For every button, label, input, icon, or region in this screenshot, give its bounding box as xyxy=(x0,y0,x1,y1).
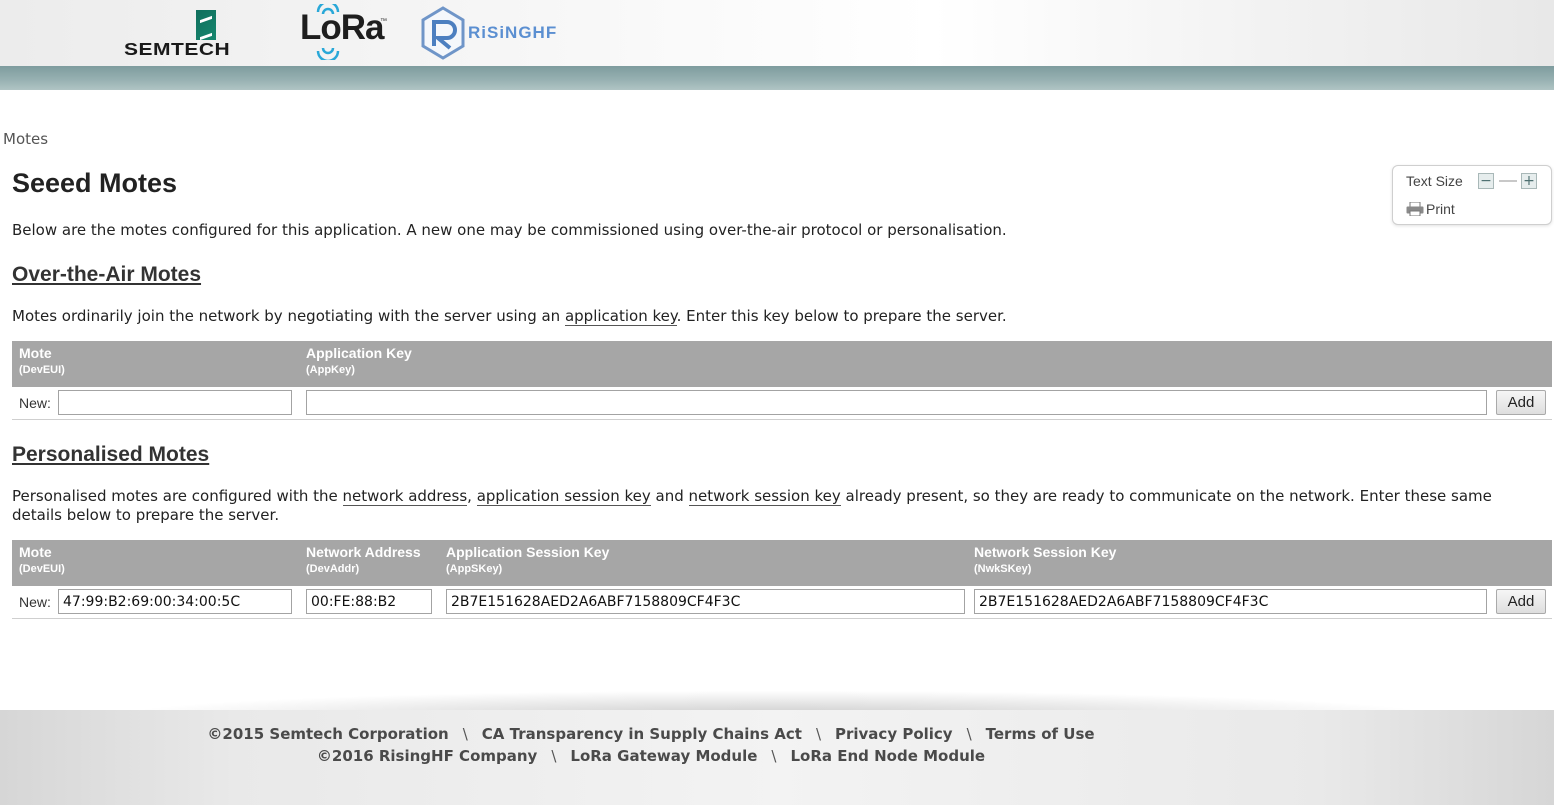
text-size-widget: Text Size − + Print xyxy=(1392,165,1552,225)
semtech-mark-icon xyxy=(196,10,216,40)
print-button[interactable]: Print xyxy=(1406,201,1455,217)
network-address-term[interactable]: network address xyxy=(342,487,468,506)
pers-col-devaddr-label: Network Address xyxy=(306,544,421,560)
application-key-term[interactable]: application key xyxy=(564,307,677,326)
semtech-logo-text: SEMTECH xyxy=(124,39,231,60)
risinghf-hex-icon xyxy=(421,6,465,60)
pers-col-devaddr-sub: (DevAddr) xyxy=(306,563,360,575)
ota-col-mote-label: Mote xyxy=(19,345,52,361)
text-size-increase-button[interactable]: + xyxy=(1521,173,1537,189)
intro-text: Below are the motes configured for this … xyxy=(12,221,1007,239)
footer-line-1: ©2015 Semtech Corporation \ CA Transparenc… xyxy=(0,725,1302,743)
footer-link-ca-transparency[interactable]: CA Transparency in Supply Chains Act xyxy=(482,725,802,743)
text-size-label: Text Size xyxy=(1406,173,1463,189)
text-size-divider xyxy=(1499,180,1517,182)
ota-deveui-input[interactable] xyxy=(58,390,292,415)
page-title: Seeed Motes xyxy=(12,168,178,198)
ota-col-appkey: Application Key (AppKey) xyxy=(306,345,412,376)
pers-deveui-input[interactable] xyxy=(58,589,292,614)
pers-desc-2: , xyxy=(467,487,477,505)
personalised-table-header: Mote (DevEUI) Network Address (DevAddr) … xyxy=(12,540,1552,586)
pers-col-nwkskey-label: Network Session Key xyxy=(974,544,1117,560)
pers-col-mote-sub: (DevEUI) xyxy=(19,563,65,575)
pers-col-appskey-sub: (AppSKey) xyxy=(446,563,503,575)
network-session-key-term[interactable]: network session key xyxy=(688,487,841,506)
footer-link-risinghf[interactable]: ©2016 RisingHF Company xyxy=(317,747,537,765)
footer-line-2: ©2016 RisingHF Company \ LoRa Gateway Modu… xyxy=(0,747,1302,765)
personalised-description: Personalised motes are configured with t… xyxy=(12,487,1532,525)
pers-col-nwkskey: Network Session Key (NwkSKey) xyxy=(974,544,1116,575)
ota-col-mote: Mote (DevEUI) xyxy=(19,345,65,376)
pers-desc-1: Personalised motes are configured with t… xyxy=(12,487,343,505)
footer-link-lora-gateway-module[interactable]: LoRa Gateway Module xyxy=(570,747,757,765)
pers-col-mote-label: Mote xyxy=(19,544,52,560)
footer-link-semtech[interactable]: ©2015 Semtech Corporation xyxy=(207,725,448,743)
ota-desc-start: Motes ordinarily join the network by neg… xyxy=(12,307,565,325)
footer-link-lora-end-node-module[interactable]: LoRa End Node Module xyxy=(790,747,985,765)
risinghf-logo-text: RiSiNGHF xyxy=(468,23,558,42)
footer-link-terms-of-use[interactable]: Terms of Use xyxy=(986,725,1095,743)
ota-appkey-input[interactable] xyxy=(306,390,1487,415)
ota-col-appkey-sub: (AppKey) xyxy=(306,364,355,376)
ota-add-button[interactable]: Add xyxy=(1496,390,1546,415)
pers-nwkskey-input[interactable] xyxy=(974,589,1487,614)
printer-icon xyxy=(1406,202,1424,216)
ota-desc-end: . Enter this key below to prepare the se… xyxy=(676,307,1007,325)
pers-col-appskey-label: Application Session Key xyxy=(446,544,610,560)
footer-separator: \ xyxy=(771,747,777,765)
lora-trademark: ™ xyxy=(380,18,387,25)
breadcrumb[interactable]: Motes xyxy=(3,130,48,148)
print-label: Print xyxy=(1426,201,1455,217)
ota-new-label: New: xyxy=(19,395,51,411)
ota-heading: Over-the-Air Motes xyxy=(12,263,202,286)
footer-link-privacy-policy[interactable]: Privacy Policy xyxy=(835,725,953,743)
header-accent-bar xyxy=(0,66,1554,90)
pers-devaddr-input[interactable] xyxy=(306,589,432,614)
ota-new-row: New: Add xyxy=(12,387,1552,420)
footer-separator: \ xyxy=(551,747,557,765)
site-footer: ©2015 Semtech Corporation \ CA Transparenc… xyxy=(0,710,1554,805)
footer-separator: \ xyxy=(966,725,972,743)
ota-col-appkey-label: Application Key xyxy=(306,345,412,361)
lora-logo-text: LoRa xyxy=(300,8,384,47)
pers-col-mote: Mote (DevEUI) xyxy=(19,544,65,575)
pers-add-button[interactable]: Add xyxy=(1496,589,1546,614)
ota-description: Motes ordinarily join the network by neg… xyxy=(12,307,1007,326)
personalised-heading: Personalised Motes xyxy=(12,443,210,466)
lora-logo[interactable]: LoRa ™ xyxy=(300,4,390,60)
pers-col-appskey: Application Session Key (AppSKey) xyxy=(446,544,609,575)
ota-col-mote-sub: (DevEUI) xyxy=(19,364,65,376)
personalised-new-row: New: Add xyxy=(12,586,1552,619)
pers-new-label: New: xyxy=(19,594,51,610)
ota-table-header: Mote (DevEUI) Application Key (AppKey) xyxy=(12,341,1552,387)
pers-col-nwkskey-sub: (NwkSKey) xyxy=(974,563,1032,575)
footer-separator: \ xyxy=(462,725,468,743)
pers-appskey-input[interactable] xyxy=(446,589,965,614)
application-session-key-term[interactable]: application session key xyxy=(476,487,651,506)
risinghf-logo[interactable]: RiSiNGHF xyxy=(420,6,556,60)
site-header: SEMTECH LoRa ™ RiSiNGHF xyxy=(0,0,1554,66)
pers-col-devaddr: Network Address (DevAddr) xyxy=(306,544,421,575)
text-size-decrease-button[interactable]: − xyxy=(1478,173,1494,189)
semtech-logo[interactable]: SEMTECH xyxy=(124,8,284,60)
pers-desc-3: and xyxy=(650,487,689,505)
footer-separator: \ xyxy=(815,725,821,743)
